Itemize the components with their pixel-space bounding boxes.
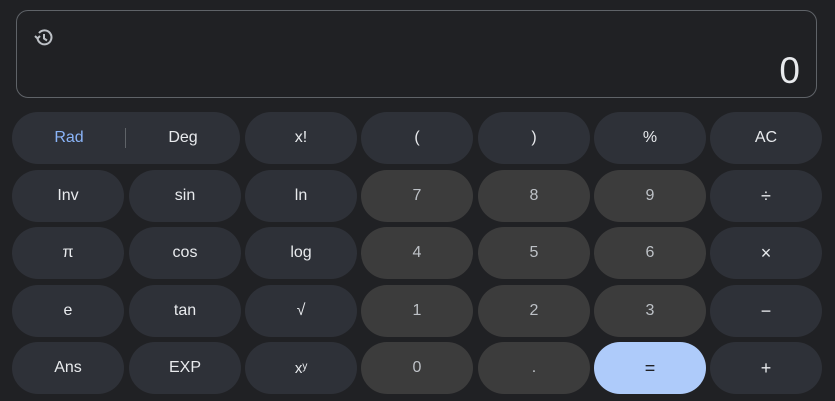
digit-8-button[interactable]: 8: [478, 170, 590, 222]
divide-button[interactable]: ÷: [710, 170, 822, 222]
history-icon[interactable]: [31, 25, 57, 51]
digit-3-button[interactable]: 3: [594, 285, 706, 337]
deg-button[interactable]: Deg: [126, 112, 240, 164]
sqrt-button[interactable]: √: [245, 285, 357, 337]
plus-button[interactable]: +: [710, 342, 822, 394]
sin-button[interactable]: sin: [129, 170, 241, 222]
digit-9-button[interactable]: 9: [594, 170, 706, 222]
power-button[interactable]: xʸ: [245, 342, 357, 394]
angle-unit-toggle: Rad Deg: [12, 112, 240, 164]
digit-4-button[interactable]: 4: [361, 227, 473, 279]
ans-button[interactable]: Ans: [12, 342, 124, 394]
digit-1-button[interactable]: 1: [361, 285, 473, 337]
equals-button[interactable]: =: [594, 342, 706, 394]
all-clear-button[interactable]: AC: [710, 112, 822, 164]
log-button[interactable]: log: [245, 227, 357, 279]
digit-5-button[interactable]: 5: [478, 227, 590, 279]
decimal-point-button[interactable]: .: [478, 342, 590, 394]
factorial-button[interactable]: x!: [245, 112, 357, 164]
open-paren-button[interactable]: (: [361, 112, 473, 164]
multiply-button[interactable]: ×: [710, 227, 822, 279]
close-paren-button[interactable]: ): [478, 112, 590, 164]
ln-button[interactable]: ln: [245, 170, 357, 222]
calculator-display: 0: [16, 10, 817, 98]
pi-button[interactable]: π: [12, 227, 124, 279]
euler-button[interactable]: e: [12, 285, 124, 337]
digit-2-button[interactable]: 2: [478, 285, 590, 337]
display-value: 0: [779, 50, 800, 91]
rad-button[interactable]: Rad: [12, 112, 126, 164]
percent-button[interactable]: %: [594, 112, 706, 164]
minus-button[interactable]: −: [710, 285, 822, 337]
digit-0-button[interactable]: 0: [361, 342, 473, 394]
calculator-app: 0 Rad Deg x! ( ) % AC Inv sin ln 7 8 9 ÷…: [0, 0, 835, 401]
digit-7-button[interactable]: 7: [361, 170, 473, 222]
cos-button[interactable]: cos: [129, 227, 241, 279]
inverse-button[interactable]: Inv: [12, 170, 124, 222]
digit-6-button[interactable]: 6: [594, 227, 706, 279]
tan-button[interactable]: tan: [129, 285, 241, 337]
exp-button[interactable]: EXP: [129, 342, 241, 394]
